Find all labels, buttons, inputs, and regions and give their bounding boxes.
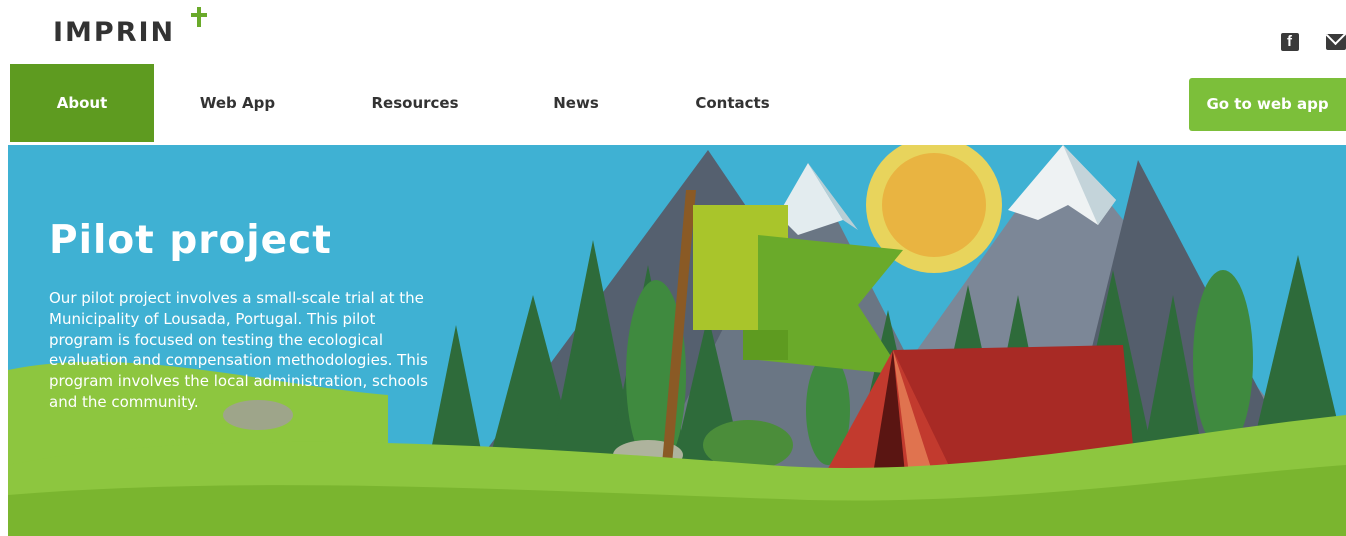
hero-title: Pilot project (49, 218, 332, 263)
nav-item-contacts[interactable]: Contacts (685, 64, 780, 142)
go-to-web-app-button[interactable]: Go to web app (1189, 78, 1346, 131)
hero-description: Our pilot project involves a small-scale… (49, 289, 428, 411)
mail-icon[interactable] (1326, 34, 1346, 50)
nav-item-resources[interactable]: Resources (360, 64, 470, 142)
main-nav: About Web App Resources News Contacts (10, 64, 1346, 142)
nav-item-about[interactable]: About (10, 64, 154, 142)
facebook-icon[interactable]: f (1281, 33, 1299, 51)
hero-banner: Pilot project Our pilot project involves… (8, 145, 1346, 536)
tree (428, 325, 484, 465)
plus-icon (191, 7, 207, 27)
nav-item-news[interactable]: News (545, 64, 607, 142)
logo-text: IMPRIN (53, 17, 176, 48)
nav-item-web-app[interactable]: Web App (190, 64, 285, 142)
logo[interactable]: IMPRIN (53, 7, 207, 48)
